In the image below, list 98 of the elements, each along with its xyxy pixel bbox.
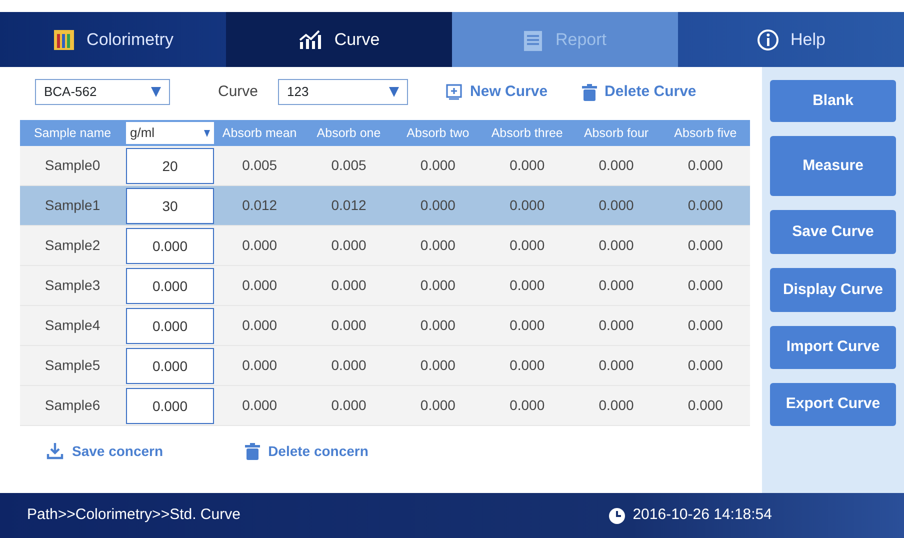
breadcrumb-path: Path>>Colorimetry>>Std. Curve (27, 505, 240, 526)
curve-label: Curve (218, 82, 258, 102)
table-cell-text: 0.000 (419, 156, 456, 175)
table-cell-text: 0.000 (419, 356, 456, 375)
table-cell-text: 0.000 (508, 156, 546, 175)
table-row[interactable]: Sample2 0.000 0.000 0.000 0.000 0.000 0.000 0.000 (20, 226, 750, 266)
table-cell-text: 0.000 (241, 236, 278, 255)
trash-icon (245, 442, 260, 460)
table-cell-text: 0.000 (508, 276, 546, 295)
method-dropdown[interactable]: BCA-562 (35, 79, 170, 105)
table-cell-text: 0.000 (508, 236, 546, 255)
table-cell-text: Sample5 (44, 356, 102, 375)
table-cell-text: Sample3 (44, 276, 102, 295)
table-cell-text: Sample6 (44, 396, 102, 415)
column-header: Absorb three (490, 124, 564, 142)
table-row[interactable]: Sample5 0.000 0.000 0.000 0.000 0.000 0.000 0.000 (20, 346, 750, 386)
table-cell-text: 0.000 (241, 356, 278, 375)
table-cell-text: 0.012 (330, 196, 368, 215)
trash-icon (582, 84, 597, 100)
table-cell-text: 0.000 (330, 276, 368, 295)
column-header: Absorb four (582, 124, 650, 142)
column-header: Absorb one (316, 124, 382, 142)
table-cell-text: 0.000 (598, 396, 635, 415)
clock-icon (608, 508, 625, 524)
concentration-field[interactable]: 20 (126, 148, 214, 184)
table-cell-text: 0.000 (598, 276, 635, 295)
table-row[interactable]: Sample0 20 0.005 0.005 0.000 0.000 0.000 0.000 (20, 146, 750, 186)
side-button[interactable]: Display Curve (770, 268, 896, 312)
side-button[interactable]: Save Curve (770, 210, 896, 254)
table-cell-text: 0.000 (598, 196, 635, 215)
side-button[interactable]: Import Curve (770, 326, 896, 369)
table-cell-text: 0.000 (330, 396, 368, 415)
table-cell-text: Sample0 (44, 156, 102, 175)
concentration-field[interactable]: 30 (126, 188, 214, 224)
clipboard-icon (523, 28, 544, 50)
side-button[interactable]: Measure (770, 136, 896, 196)
datetime-text: 2016-10-26 14:18:54 (632, 505, 772, 526)
table-cell-text: 0.000 (598, 156, 635, 175)
table-cell-text: 0.000 (508, 196, 546, 215)
table-cell-text: Sample4 (44, 316, 102, 335)
tab[interactable]: Curve (226, 12, 452, 67)
curve-dropdown[interactable]: 123 (278, 79, 408, 105)
table-row[interactable]: Sample6 0.000 0.000 0.000 0.000 0.000 0.000 0.000 (20, 386, 750, 426)
table-cell-text: 0.000 (598, 316, 635, 335)
table-cell-text: 0.012 (241, 196, 278, 215)
table-cell-text: 0.000 (686, 316, 724, 335)
tab[interactable]: Help (678, 12, 904, 67)
table-cell-text: 0.000 (598, 356, 635, 375)
new-curve-button[interactable]: New Curve (440, 80, 554, 104)
column-header: Sample name (32, 124, 112, 142)
table-cell-text: 0.000 (419, 316, 456, 335)
table-cell-text: 0.000 (241, 396, 278, 415)
table-cell-text: 0.005 (241, 156, 278, 175)
table-cell-text: 0.000 (598, 236, 635, 255)
table-cell-text: 0.000 (508, 356, 546, 375)
table-cell-text: 0.000 (686, 396, 724, 415)
column-header: Absorb mean (221, 124, 298, 142)
column-header: Absorb two (406, 124, 470, 142)
table-cell-text: 0.000 (686, 236, 724, 255)
table-cell-text: 0.000 (686, 156, 724, 175)
table-cell-text: 0.000 (241, 316, 278, 335)
table-cell-text: Sample2 (44, 236, 102, 255)
table-cell-text: 0.000 (508, 396, 546, 415)
table-cell-text: 0.000 (686, 196, 724, 215)
test-tubes-icon (52, 28, 75, 50)
concentration-field[interactable]: 0.000 (126, 268, 214, 304)
table-cell-text: 0.000 (508, 316, 546, 335)
table-cell-text: 0.000 (330, 236, 368, 255)
table-cell-text: 0.000 (686, 356, 724, 375)
table-cell-text: 0.000 (419, 396, 456, 415)
unit-dropdown[interactable]: g/ml (126, 122, 214, 144)
table-row[interactable]: Sample1 30 0.012 0.012 0.000 0.000 0.000 0.000 (20, 186, 750, 226)
concentration-field[interactable]: 0.000 (126, 308, 214, 344)
delete-concern-button[interactable]: Delete concern (239, 440, 374, 462)
tab[interactable]: Colorimetry (0, 12, 226, 67)
table-cell-text: 0.000 (330, 316, 368, 335)
column-header: Absorb five (673, 124, 738, 142)
table-cell-text: 0.000 (419, 236, 456, 255)
table-cell-text: 0.000 (330, 356, 368, 375)
table-cell-text: 0.005 (330, 156, 368, 175)
table-row[interactable]: Sample3 0.000 0.000 0.000 0.000 0.000 0.000 0.000 (20, 266, 750, 306)
delete-curve-button[interactable]: Delete Curve (576, 80, 702, 104)
table-row[interactable]: Sample4 0.000 0.000 0.000 0.000 0.000 0.000 0.000 (20, 306, 750, 346)
download-icon (46, 442, 64, 460)
side-button[interactable]: Blank (770, 80, 896, 122)
add-icon (446, 84, 462, 100)
table-cell-text: 0.000 (419, 196, 456, 215)
side-button[interactable]: Export Curve (770, 383, 896, 426)
table-cell-text: Sample1 (44, 196, 102, 215)
table-cell-text: 0.000 (241, 276, 278, 295)
table-cell-text: 0.000 (419, 276, 456, 295)
chart-icon (298, 28, 322, 50)
concentration-field[interactable]: 0.000 (126, 388, 214, 424)
save-concern-button[interactable]: Save concern (40, 440, 170, 462)
concentration-field[interactable]: 0.000 (126, 228, 214, 264)
info-icon (756, 28, 779, 50)
table-cell-text: 0.000 (686, 276, 724, 295)
concentration-field[interactable]: 0.000 (126, 348, 214, 384)
